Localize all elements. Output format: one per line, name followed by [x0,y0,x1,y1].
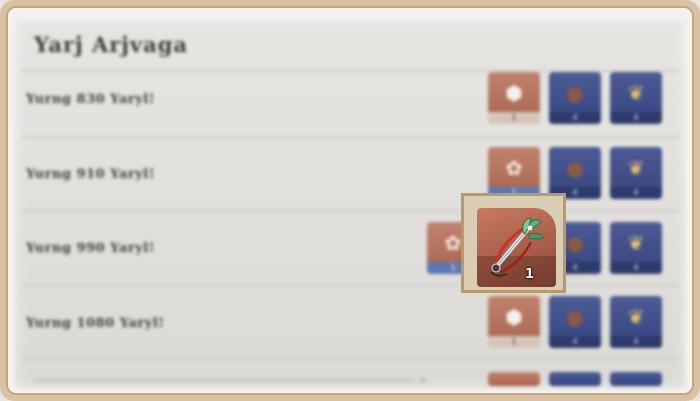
reward-count: 4 [610,336,662,348]
scrollbar-handle[interactable] [420,378,426,383]
wheat-icon: ❦ [627,155,645,180]
reward-slot[interactable]: ✿ 1 [488,147,540,199]
wheat-icon: ❦ [627,230,645,255]
row-divider [22,210,678,212]
reward-slot[interactable]: ❦ 4 [610,296,662,348]
wheat-icon: ❦ [627,80,645,105]
crystal-flower-icon: ✿ [444,230,462,255]
reward-count: 4 [610,187,662,199]
reward-slot[interactable]: ⬢ 1 [488,72,540,124]
reward-slot[interactable]: ❦ 4 [610,222,662,274]
row-label: Yurng 910 Yaryl! [26,167,155,182]
row-label: Yurng 830 Yaryl! [26,92,155,107]
reward-count: 1 [488,112,540,124]
row-divider [22,284,678,286]
leather-pouch-icon: ● [566,304,584,329]
reward-slot[interactable]: ❦ 4 [610,72,662,124]
crystal-ore-icon: ⬢ [505,80,523,105]
row-divider [22,358,678,360]
horizontal-scrollbar[interactable] [34,379,414,382]
reward-slot[interactable]: ● 4 [549,72,601,124]
reward-slot[interactable]: ⬢ 1 [488,296,540,348]
reward-count: 1 [488,336,540,348]
reward-count: 4 [549,112,601,124]
reward-count: 4 [610,112,662,124]
row-divider [22,136,678,138]
reward-slot[interactable]: ● 4 [549,147,601,199]
crystal-ore-icon: ⬢ [505,304,523,329]
reward-slot [610,372,662,386]
leather-pouch-icon: ● [566,155,584,180]
focused-item-count: 1 [524,267,534,282]
leather-pouch-icon: ● [566,230,584,255]
reward-count: 4 [610,262,662,274]
reward-count: 4 [549,336,601,348]
reward-slot[interactable]: ❦ 4 [610,147,662,199]
leather-pouch-icon: ● [566,80,584,105]
bow-staff-weapon-icon [477,217,556,287]
row-label: Yurng 1080 Yaryl! [26,316,165,331]
focused-item-highlight[interactable]: 1 [461,193,566,293]
row-label: Yurng 990 Yaryl! [26,241,155,256]
crystal-flower-icon: ✿ [505,155,523,180]
wheat-icon: ❦ [627,304,645,329]
focused-item-card[interactable]: 1 [477,208,556,287]
reward-slot [549,372,601,386]
panel-title: Yarj Arjvaga [34,32,188,57]
reward-slot[interactable]: ● 4 [549,296,601,348]
reward-slot [488,372,540,386]
